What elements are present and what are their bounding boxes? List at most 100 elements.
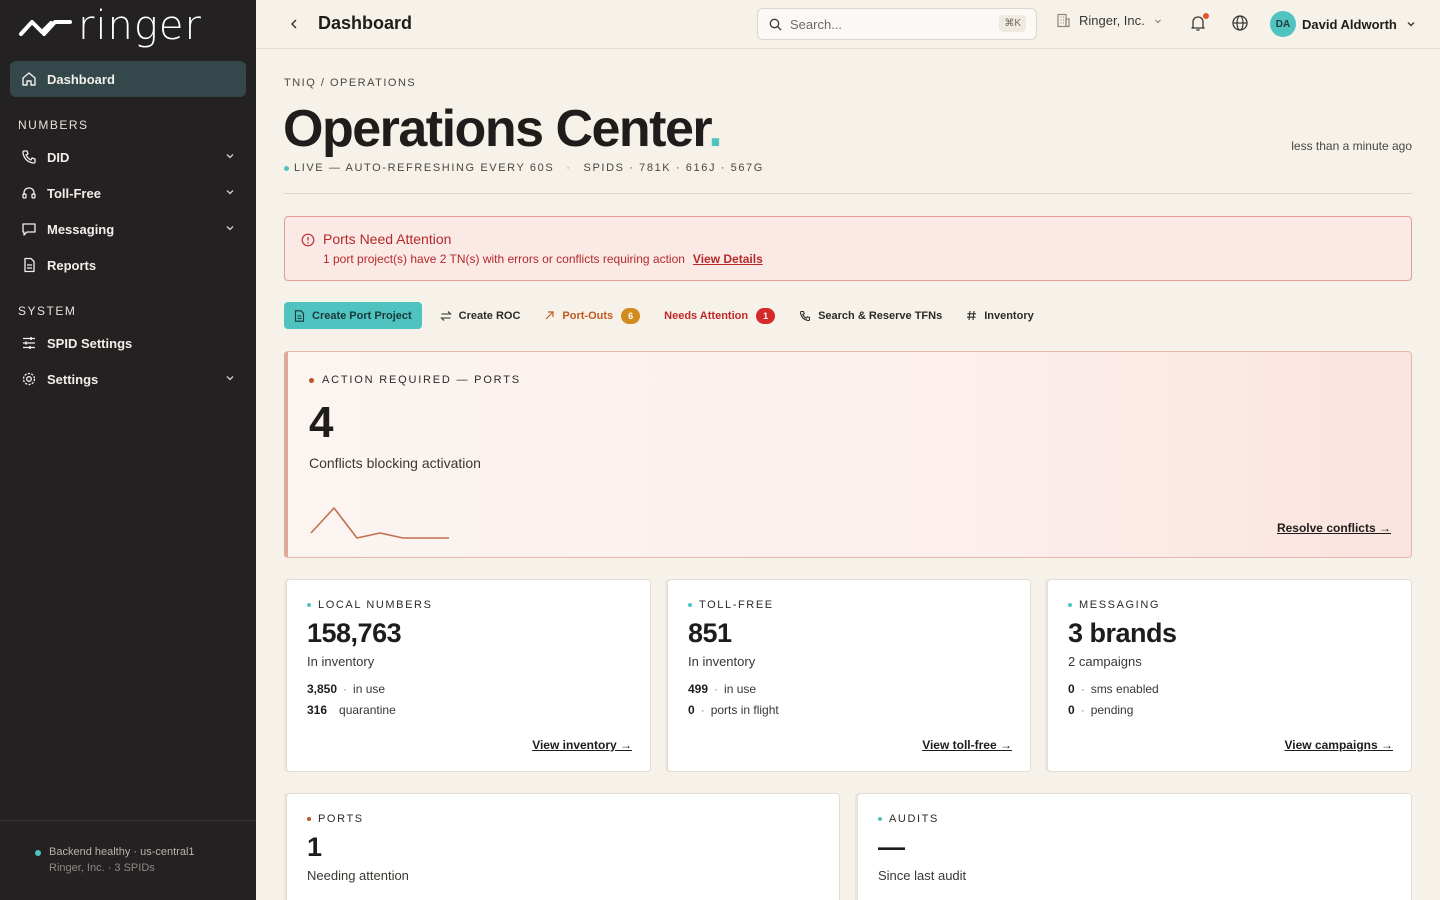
avatar: DA	[1270, 11, 1296, 37]
separator: ·	[714, 682, 719, 696]
card-label: TOLL-FREE	[688, 599, 774, 611]
arrows-swap-icon	[439, 310, 452, 322]
separator: ·	[343, 682, 348, 696]
resolve-conflicts-link[interactable]: Resolve conflicts →	[1277, 521, 1391, 535]
chevron-down-icon	[224, 372, 236, 387]
notifications-button[interactable]	[1189, 13, 1209, 37]
card-subtitle: 2 campaigns	[1068, 654, 1142, 669]
live-status-row: LIVE — AUTO-REFRESHING EVERY 60S · SPIDS…	[284, 162, 764, 174]
stat-value: 0	[688, 703, 695, 717]
separator: ·	[700, 703, 705, 717]
notification-dot	[1203, 13, 1209, 19]
search-icon	[769, 18, 782, 30]
card-value: 158,763	[307, 618, 402, 648]
ringer-logo[interactable]: ringer	[18, 6, 202, 46]
card-stat-row: 3,850 · in use	[307, 682, 385, 696]
inventory-button[interactable]: Inventory	[966, 302, 1034, 329]
sidebar-item-label: SPID Settings	[47, 335, 133, 351]
needs-attention-button[interactable]: Needs Attention 1	[664, 302, 776, 329]
language-button[interactable]	[1231, 14, 1249, 37]
back-button[interactable]	[284, 14, 304, 34]
action-required-label: ACTION REQUIRED — PORTS	[309, 374, 521, 386]
sidebar-footer: Backend healthy · us-central1 Ringer, In…	[0, 820, 256, 900]
search-shortcut: ⌘K	[999, 15, 1026, 32]
globe-icon	[1232, 15, 1248, 31]
breadcrumb: TNIQ / OPERATIONS	[284, 77, 417, 89]
audits-card: AUDITS — Since last audit	[857, 793, 1412, 900]
search-input[interactable]	[790, 16, 990, 32]
sidebar-item-label: Settings	[47, 371, 99, 387]
arrow-up-right-icon	[544, 310, 555, 321]
card-subtitle: Since last audit	[878, 868, 967, 883]
sidebar-item-spid-settings[interactable]: SPID Settings	[10, 325, 246, 361]
sidebar-item-reports[interactable]: Reports	[10, 247, 246, 283]
alert-text: 1 port project(s) have 2 TN(s) with erro…	[323, 252, 763, 266]
user-menu[interactable]: DA David Aldworth	[1270, 11, 1417, 37]
phone-icon	[20, 148, 38, 166]
action-required-title: ACTION REQUIRED — PORTS	[322, 374, 521, 386]
card-label-text: AUDITS	[889, 813, 939, 825]
needs-attention-label: Needs Attention	[664, 309, 749, 322]
org-spid-summary: Ringer, Inc. · 3 SPIDs	[49, 862, 155, 874]
card-value: —	[878, 832, 905, 862]
quick-actions: Create Port Project Create ROC Port-Outs…	[284, 302, 1058, 329]
card-stat-row: 499 · in use	[688, 682, 756, 696]
alert-circle-icon	[301, 233, 315, 252]
card-label: MESSAGING	[1068, 599, 1160, 611]
status-dot	[309, 377, 314, 383]
stat-value: 316	[307, 703, 328, 717]
view-toll-free-link[interactable]: View toll-free →	[922, 738, 1012, 752]
stat-value: 0	[1068, 682, 1075, 696]
search-reserve-tfns-button[interactable]: Search & Reserve TFNs	[799, 302, 942, 329]
org-name: Ringer, Inc.	[1079, 13, 1145, 28]
card-value: 851	[688, 618, 732, 648]
chevron-left-icon	[290, 19, 297, 29]
hash-icon	[966, 310, 977, 321]
separator: ·	[566, 162, 572, 174]
stat-label: in use	[353, 682, 386, 696]
sparkline-line	[310, 507, 449, 539]
live-dot	[284, 165, 289, 171]
sidebar-item-messaging[interactable]: Messaging	[10, 211, 246, 247]
view-details-link[interactable]: View Details	[693, 252, 763, 266]
status-dot	[878, 817, 882, 821]
create-port-project-button[interactable]: Create Port Project	[284, 302, 422, 329]
sidebar-item-dashboard[interactable]: Dashboard	[10, 61, 246, 97]
view-inventory-link[interactable]: View inventory →	[532, 738, 632, 752]
stat-label: pending	[1090, 703, 1134, 717]
ringer-wave-icon	[19, 20, 72, 36]
org-switcher[interactable]: Ringer, Inc.	[1056, 13, 1163, 28]
toll-free-card: TOLL-FREE 851 In inventory 499 · in use 0 ·…	[667, 579, 1031, 772]
search-box[interactable]: ⌘K	[757, 8, 1037, 40]
chevron-down-icon	[1407, 22, 1415, 27]
sidebar-item-label: Messaging	[47, 221, 115, 237]
sidebar-item-toll-free[interactable]: Toll-Free	[10, 175, 246, 211]
stat-label: in use	[724, 682, 757, 696]
ports-card: PORTS 1 Needing attention	[286, 793, 840, 900]
alert-message: 1 port project(s) have 2 TN(s) with erro…	[323, 252, 685, 266]
card-label: LOCAL NUMBERS	[307, 599, 433, 611]
needs-attention-count: 1	[756, 307, 776, 324]
port-outs-button[interactable]: Port-Outs 6	[544, 302, 641, 329]
conflicts-sparkline	[310, 507, 449, 539]
chevron-down-icon	[1154, 19, 1161, 23]
backend-status: Backend healthy · us-central1	[49, 846, 195, 858]
separator: ·	[1080, 682, 1085, 696]
alert-title: Ports Need Attention	[323, 231, 452, 247]
sidebar-item-settings[interactable]: Settings	[10, 361, 246, 397]
create-roc-button[interactable]: Create ROC	[439, 302, 520, 329]
status-dot	[688, 603, 692, 607]
conflicts-count: 4	[309, 398, 334, 447]
sidebar-item-label: DID	[47, 149, 70, 165]
last-updated: less than a minute ago	[1291, 139, 1412, 153]
view-campaigns-link[interactable]: View campaigns →	[1285, 738, 1394, 752]
live-status: LIVE — AUTO-REFRESHING EVERY 60S	[294, 162, 555, 174]
file-icon	[294, 309, 305, 322]
card-label: PORTS	[307, 813, 364, 825]
chevron-down-icon	[224, 222, 236, 237]
separator: ·	[1080, 703, 1085, 717]
divider	[284, 193, 1412, 194]
sidebar-item-did[interactable]: DID	[10, 139, 246, 175]
headset-icon	[20, 184, 38, 202]
stat-value: 0	[1068, 703, 1075, 717]
